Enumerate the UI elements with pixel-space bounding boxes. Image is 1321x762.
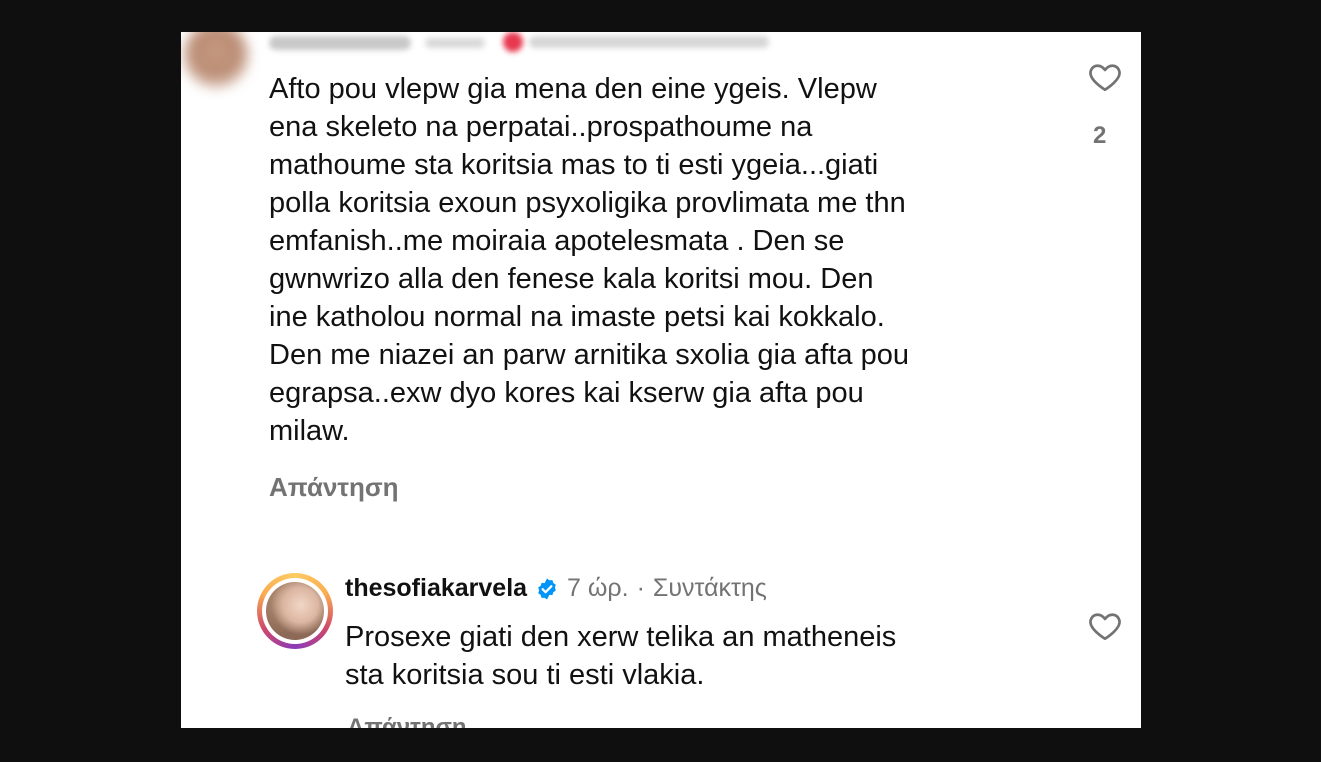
redacted-username — [269, 36, 411, 50]
reply-username[interactable]: thesofiakarvela — [345, 574, 527, 603]
avatar-photo — [266, 582, 324, 640]
redacted-avatar[interactable] — [183, 32, 249, 88]
verified-badge-icon — [535, 577, 559, 601]
redacted-badge — [503, 32, 523, 52]
reply-time: 7 ώρ. — [567, 574, 629, 602]
separator: · — [636, 574, 645, 602]
comment-text: Afto pou vlepw gia mena den eine ygeis. … — [269, 73, 909, 447]
redacted-meta — [529, 36, 769, 48]
heart-icon[interactable] — [1086, 59, 1124, 95]
reply-button[interactable]: Απάντηση — [269, 472, 399, 503]
like-count[interactable]: 2 — [1093, 122, 1106, 150]
author-label: Συντάκτης — [652, 574, 767, 602]
reply-text: Prosexe giati den xerw telika an mathene… — [345, 621, 897, 691]
comment-thread-card: Afto pou vlepw gia mena den eine ygeis. … — [181, 32, 1141, 728]
avatar[interactable] — [257, 573, 333, 649]
reply-button-cropped[interactable]: Απάντηση — [347, 715, 467, 728]
avatar-border — [262, 578, 328, 644]
reply-header: thesofiakarvela 7 ώρ. · Συντάκτης — [345, 574, 767, 603]
heart-icon[interactable] — [1086, 608, 1124, 644]
redacted-time — [425, 38, 485, 48]
